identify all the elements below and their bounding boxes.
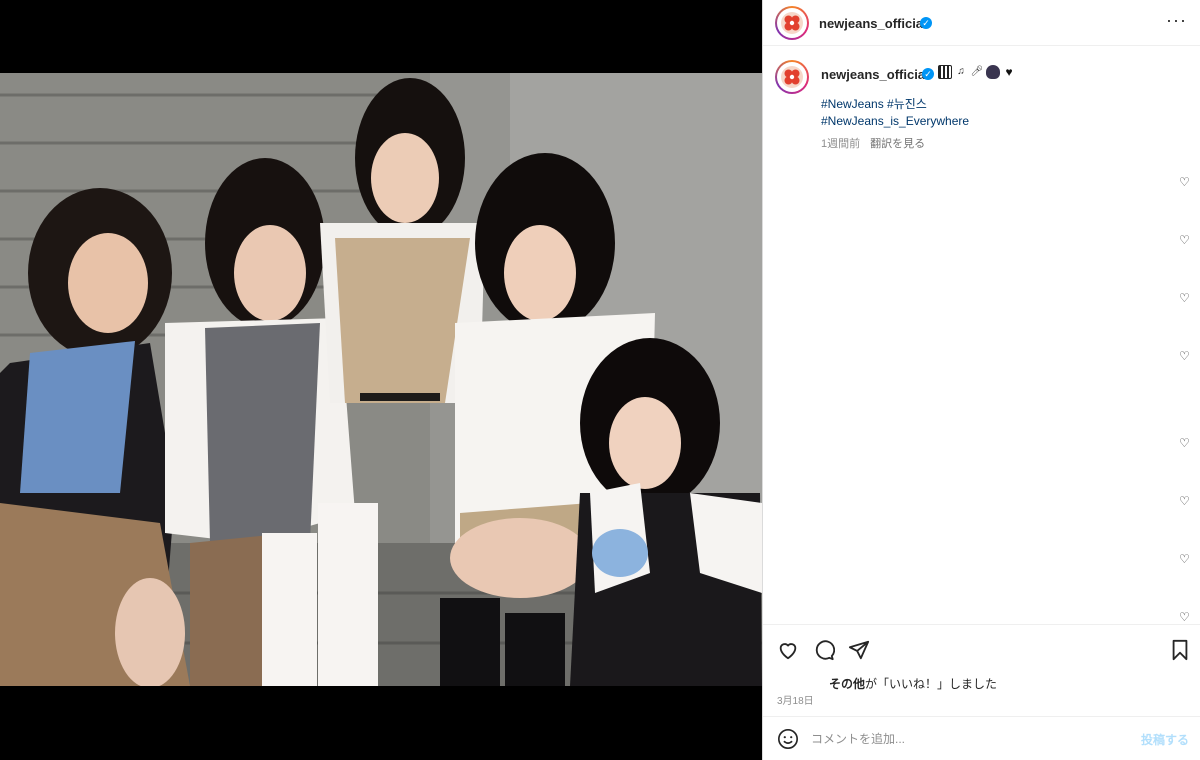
header-username[interactable]: newjeans_official — [819, 16, 927, 31]
heart-outline-icon[interactable]: ♡ — [1179, 350, 1191, 362]
heart-outline-icon[interactable]: ♡ — [1179, 234, 1191, 246]
heart-outline-icon[interactable]: ♡ — [1179, 495, 1191, 507]
post-actions: その他が「いいね！」しました 3月18日 — [763, 624, 1200, 716]
post-header: newjeans_official ✓ ··· — [763, 0, 1200, 46]
caption-username[interactable]: newjeans_official — [821, 67, 929, 82]
heart-outline-icon[interactable]: ♡ — [1179, 611, 1191, 623]
avatar[interactable] — [775, 6, 809, 40]
post-date: 3月18日 — [777, 696, 814, 707]
music-notes-emoji-icon: ♫ — [957, 66, 965, 77]
newjeans-clover-logo-icon — [781, 66, 803, 88]
caption-meta: 1週間前 翻訳を見る — [821, 135, 925, 151]
black-heart-emoji-icon: ♥ — [1005, 65, 1013, 79]
comment-input[interactable] — [811, 730, 1111, 748]
likes-text: その他が「いいね！」しました — [829, 677, 998, 691]
time-ago: 1週間前 — [821, 138, 861, 150]
group-photo-five-women — [0, 73, 762, 686]
newjeans-clover-logo-icon — [781, 12, 803, 34]
heart-outline-icon[interactable]: ♡ — [1179, 437, 1191, 449]
piano-keys-emoji-icon — [938, 65, 952, 79]
hashtag-line-1[interactable]: #NewJeans #뉴진스 — [821, 96, 969, 113]
post-comment-button[interactable]: 投稿する — [1141, 731, 1189, 748]
like-heart-icon[interactable] — [777, 639, 799, 661]
likes-summary[interactable]: その他が「いいね！」しました — [829, 675, 997, 692]
post-photo[interactable] — [0, 73, 762, 686]
more-options-icon[interactable]: ··· — [1166, 10, 1187, 31]
share-send-icon[interactable] — [848, 639, 870, 661]
likes-others-bold[interactable]: その他 — [829, 677, 865, 691]
see-translation-link[interactable]: 翻訳を見る — [870, 138, 925, 150]
comment-bar: 投稿する — [763, 716, 1200, 760]
post-side-panel: newjeans_official ✓ ··· newjeans_officia… — [762, 0, 1200, 760]
hashtag-line-2[interactable]: #NewJeans_is_Everywhere — [821, 113, 969, 130]
caption-hashtags: #NewJeans #뉴진스 #NewJeans_is_Everywhere — [821, 96, 969, 130]
emoji-smile-icon[interactable] — [777, 728, 799, 750]
caption-emojis: ♫ 🎤︎ ♥ — [938, 65, 1016, 79]
verified-badge-icon: ✓ — [920, 17, 932, 29]
comment-bubble-icon[interactable] — [813, 639, 835, 661]
save-bookmark-icon[interactable] — [1169, 639, 1191, 661]
heart-outline-icon[interactable]: ♡ — [1179, 553, 1191, 565]
caption-avatar[interactable] — [775, 60, 809, 94]
post-media — [0, 0, 762, 760]
bunny-emoji-icon — [986, 65, 1000, 79]
heart-outline-icon[interactable]: ♡ — [1179, 292, 1191, 304]
verified-badge-icon: ✓ — [922, 68, 934, 80]
heart-outline-icon[interactable]: ♡ — [1179, 176, 1191, 188]
microphone-emoji-icon: 🎤︎ — [970, 66, 984, 77]
instagram-post-view: newjeans_official ✓ ··· newjeans_officia… — [0, 0, 1200, 760]
